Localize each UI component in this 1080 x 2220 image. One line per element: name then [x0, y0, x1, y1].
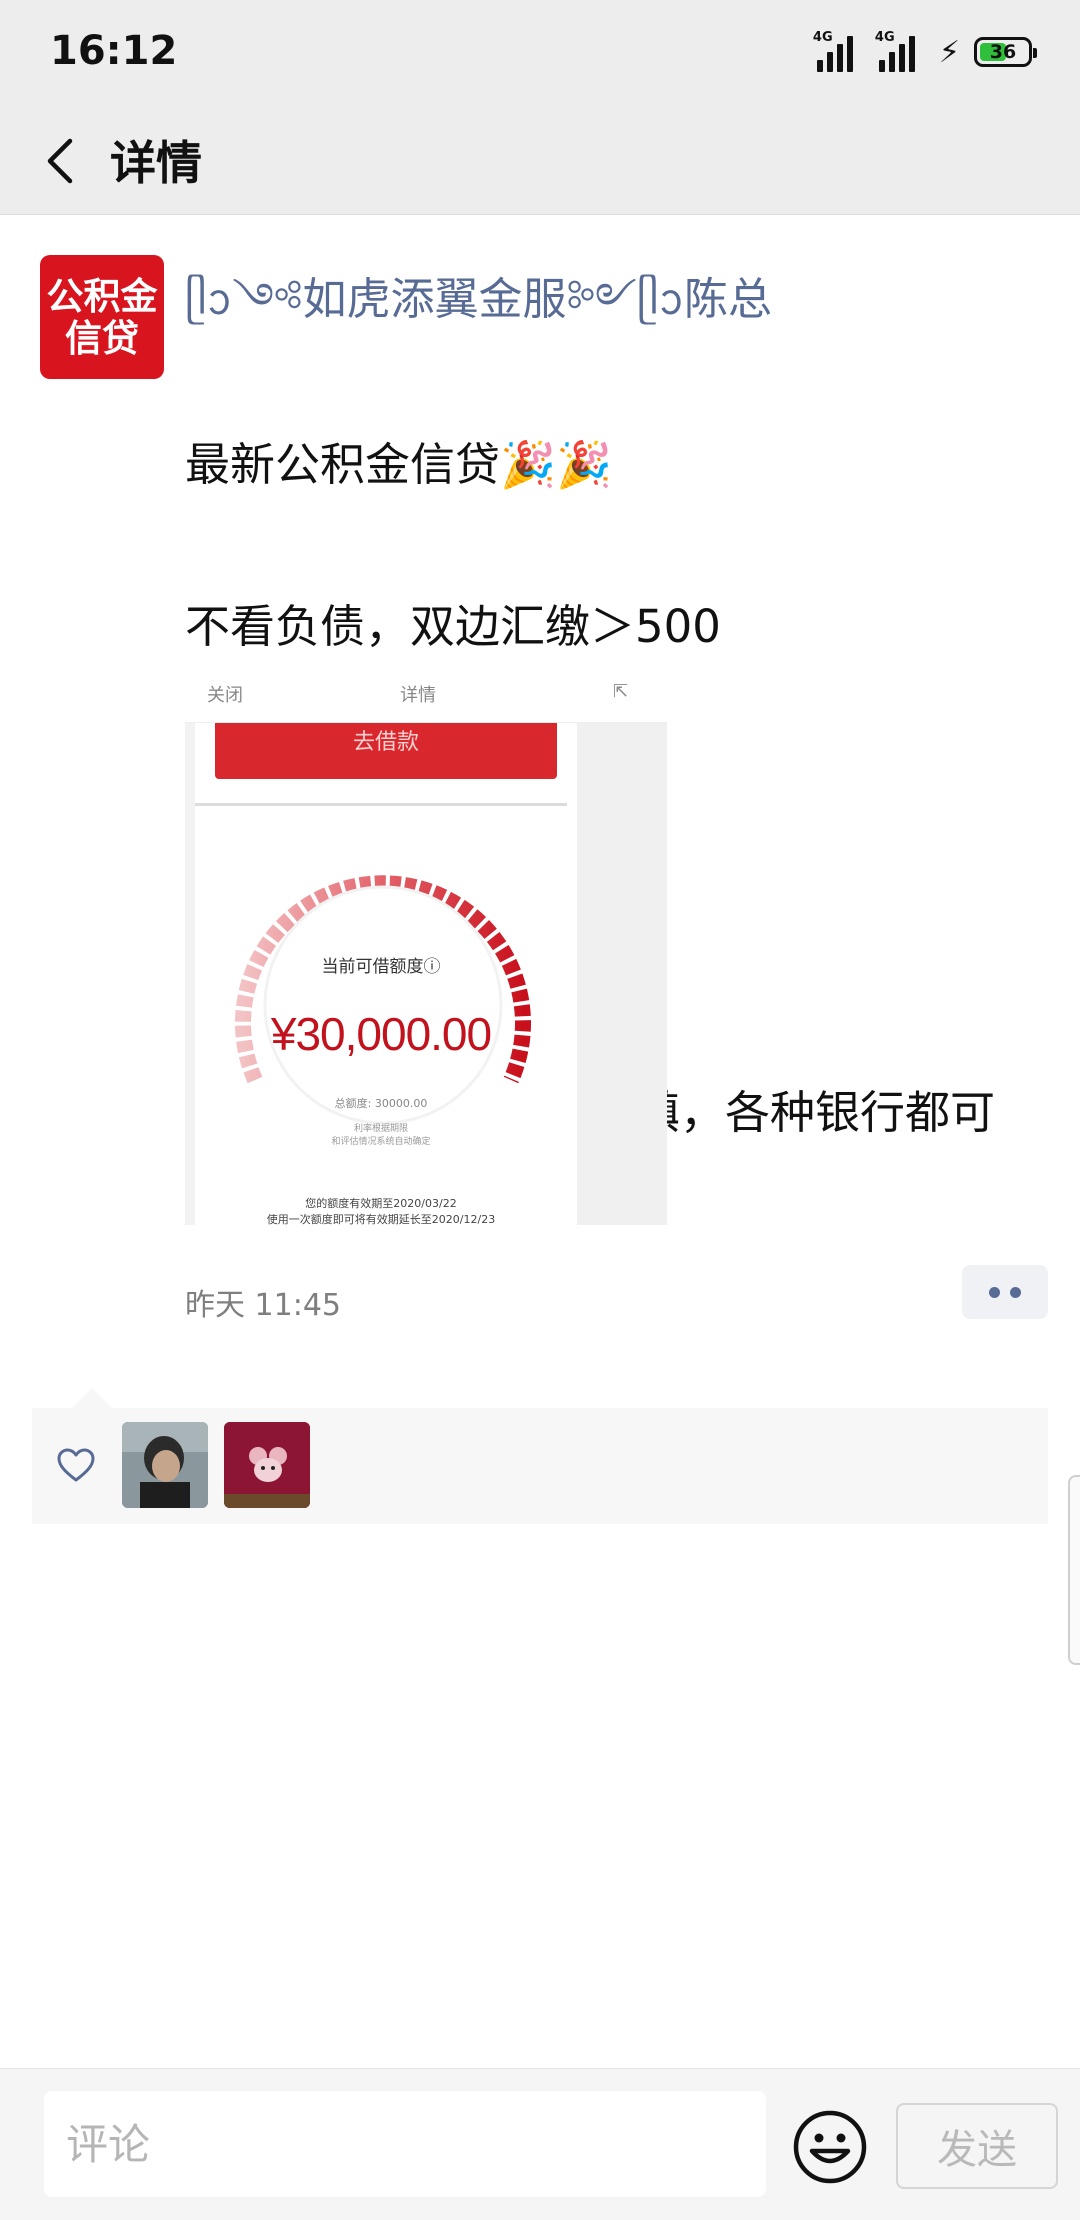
- dot-icon: [989, 1286, 1000, 1298]
- send-button[interactable]: 发送: [896, 2103, 1058, 2189]
- person-photo: [122, 1422, 208, 1508]
- image-header: 关闭 详情 ⇱: [185, 675, 667, 723]
- signal-icon: 4G: [874, 30, 923, 72]
- image-label: 当前可借额度ⓘ: [321, 957, 441, 977]
- heart-icon: [57, 1448, 95, 1482]
- image-loan-button: 去借款: [215, 723, 557, 779]
- more-actions-button[interactable]: [962, 1265, 1048, 1319]
- author-avatar[interactable]: 公积金 信贷: [40, 255, 164, 379]
- image-amount: ¥30,000.00: [270, 1008, 492, 1060]
- image-extend: 使用一次额度即可将有效期延长至2020/12/23: [266, 1213, 496, 1225]
- network-label: 4G: [812, 30, 833, 45]
- post-image[interactable]: 关闭 详情 ⇱ 去借款 当前可借额度ⓘ ¥30,000.00 总额度: 3000…: [185, 675, 667, 1225]
- image-total: 总额度: 30000.00: [334, 1097, 428, 1110]
- image-share-icon: ⇱: [613, 681, 629, 702]
- status-bar: 16:12 4G 4G ⚡ 36: [0, 0, 1080, 105]
- status-time: 16:12: [50, 28, 178, 74]
- charging-icon: ⚡: [938, 34, 960, 70]
- image-valid: 您的额度有效期至2020/03/22: [305, 1197, 457, 1210]
- image-title: 详情: [400, 685, 436, 706]
- cartoon-photo: [224, 1422, 310, 1508]
- signal-icon: 4G: [812, 30, 861, 72]
- dot-icon: [1010, 1286, 1021, 1298]
- scrollbar[interactable]: [1068, 1475, 1080, 1665]
- liker-avatar[interactable]: [122, 1422, 208, 1508]
- likes-section: [32, 1388, 1048, 1524]
- comment-input[interactable]: [44, 2091, 766, 2197]
- navigation-bar: 详情: [0, 105, 1080, 215]
- chevron-left-icon[interactable]: [34, 131, 94, 191]
- comment-composer: 发送: [0, 2068, 1080, 2220]
- battery-level: 36: [989, 41, 1017, 63]
- post-line: 不看负债，双边汇缴＞500: [185, 600, 721, 653]
- avatar-text-line: 公积金: [46, 274, 158, 318]
- image-note: 利率根据期限: [353, 1124, 408, 1134]
- network-label: 4G: [874, 30, 895, 45]
- image-close-label: 关闭: [207, 685, 243, 706]
- post-line: 最新公积金信贷🎉🎉: [185, 438, 613, 491]
- liker-avatar[interactable]: [224, 1422, 310, 1508]
- avatar-text-line: 信贷: [65, 316, 139, 360]
- avatar-text: 公积金 信贷: [42, 275, 162, 359]
- battery-icon: 36: [974, 37, 1037, 67]
- status-icons: 4G 4G ⚡ 36: [812, 30, 1037, 74]
- page-title: 详情: [110, 136, 202, 190]
- image-note: 和评估情况系统自动确定: [331, 1137, 431, 1147]
- post-time: 昨天 11:45: [185, 1288, 341, 1323]
- smiley-icon[interactable]: [792, 2109, 868, 2185]
